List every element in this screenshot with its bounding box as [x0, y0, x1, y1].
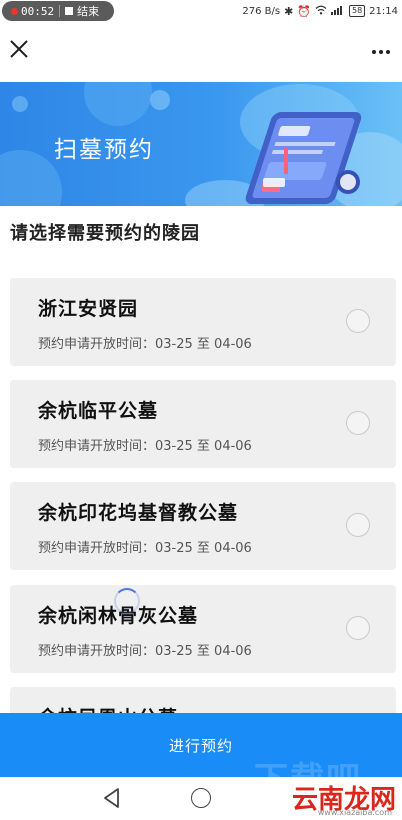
radio-button[interactable] [346, 309, 370, 333]
net-speed: 276 B/s [242, 5, 281, 17]
clock: 21:14 [369, 5, 398, 17]
open-period-value: 03-25 至 04-06 [155, 439, 252, 454]
open-period-value: 03-25 至 04-06 [155, 337, 252, 352]
record-time: 00:52 [21, 4, 55, 18]
radio-button[interactable] [346, 513, 370, 537]
cemetery-name: 浙江安贤园 [38, 298, 139, 320]
radio-button[interactable] [346, 616, 370, 640]
record-dot-icon [11, 7, 18, 15]
bluetooth-icon: ✱ [284, 4, 294, 18]
alarm-icon: ⏰ [297, 4, 311, 18]
open-period-label: 预约申请开放时间： [38, 644, 156, 659]
radio-button[interactable] [346, 411, 370, 435]
status-icons: 276 B/s ✱ ⏰ 58 21:14 [242, 0, 398, 22]
banner: 扫墓预约 [0, 82, 402, 206]
status-bar: 00:52 结束 276 B/s ✱ ⏰ 58 21:14 [0, 0, 402, 22]
screen-recorder-pill[interactable]: 00:52 结束 [2, 1, 114, 21]
open-period-value: 03-25 至 04-06 [155, 541, 252, 556]
open-period-label: 预约申请开放时间： [38, 439, 156, 454]
loading-spinner-icon [114, 588, 140, 614]
title-bar [0, 22, 402, 82]
page-heading: 请选择需要预约的陵园 [10, 223, 200, 244]
back-triangle-icon[interactable] [102, 787, 122, 813]
record-end-label[interactable]: 结束 [77, 3, 99, 19]
wifi-icon [315, 5, 327, 18]
close-icon[interactable] [8, 38, 30, 60]
signal-icon [330, 5, 345, 18]
open-period-value: 03-25 至 04-06 [155, 644, 252, 659]
open-period: 预约申请开放时间：03-25 至 04-06 [38, 537, 252, 556]
open-period-label: 预约申请开放时间： [38, 541, 156, 556]
banner-title: 扫墓预约 [54, 137, 154, 163]
divider [59, 5, 61, 17]
more-icon[interactable] [372, 50, 390, 54]
cemetery-name: 余杭印花坞基督教公墓 [38, 502, 239, 524]
open-period-label: 预约申请开放时间： [38, 337, 156, 352]
cemetery-option[interactable]: 浙江安贤园 预约申请开放时间：03-25 至 04-06 [10, 278, 396, 366]
cemetery-option[interactable]: 余杭闲林骨灰公墓 预约申请开放时间：03-25 至 04-06 [10, 585, 396, 673]
open-period: 预约申请开放时间：03-25 至 04-06 [38, 435, 252, 454]
battery-icon: 58 [348, 5, 366, 17]
open-period: 预约申请开放时间：03-25 至 04-06 [38, 333, 252, 352]
open-period: 预约申请开放时间：03-25 至 04-06 [38, 640, 252, 659]
watermark-domain: www.xiazaiba.com [317, 808, 392, 817]
cemetery-name: 余杭临平公墓 [38, 400, 159, 422]
cemetery-option[interactable]: 余杭临平公墓 预约申请开放时间：03-25 至 04-06 [10, 380, 396, 468]
stop-icon [65, 7, 74, 15]
cemetery-option[interactable]: 余杭印花坞基督教公墓 预约申请开放时间：03-25 至 04-06 [10, 482, 396, 570]
home-circle-icon[interactable] [191, 788, 211, 808]
